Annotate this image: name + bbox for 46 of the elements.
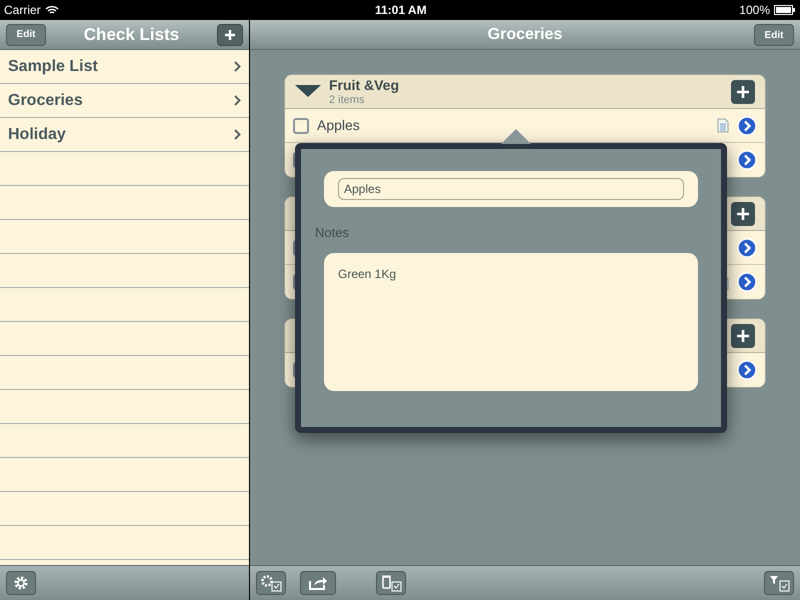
detail-disclosure-icon[interactable] <box>737 272 757 292</box>
detail-disclosure-icon[interactable] <box>737 116 757 136</box>
item-label: Apples <box>317 116 361 135</box>
clock: 11:01 AM <box>375 2 427 19</box>
item-count: 2 items <box>329 94 366 106</box>
chevron-icon <box>234 61 241 72</box>
edit-button[interactable]: Edit <box>754 24 794 46</box>
add-button[interactable] <box>217 24 243 46</box>
wifi-icon <box>44 5 59 15</box>
filter-checkbox-icon <box>768 574 790 592</box>
chevron-icon <box>234 95 241 106</box>
filter-check-button[interactable] <box>764 571 794 595</box>
sidebar-title: Check Lists <box>84 24 180 46</box>
detail-disclosure-icon[interactable] <box>737 238 757 258</box>
notes-label: Notes <box>315 224 350 242</box>
settings-button[interactable] <box>6 571 36 595</box>
carrier-label: Carrier <box>4 2 41 19</box>
add-item-button[interactable] <box>731 80 755 104</box>
battery-icon <box>774 5 796 15</box>
page-title: Groceries <box>488 24 562 44</box>
list-item[interactable]: Groceries <box>0 84 249 118</box>
trash-checkbox-icon <box>380 574 402 592</box>
name-field[interactable]: Apples <box>324 171 698 207</box>
gear-checkbox-icon <box>260 574 282 592</box>
settings-check-button[interactable] <box>256 571 286 595</box>
chevron-icon <box>234 129 241 140</box>
plus-icon <box>736 206 750 220</box>
section-title: Fruit &Veg <box>329 78 400 92</box>
checkbox[interactable] <box>293 118 309 134</box>
plus-icon <box>736 328 750 342</box>
notes-field[interactable]: Green 1Kg <box>324 252 698 390</box>
add-item-button[interactable] <box>731 202 755 226</box>
plus-icon <box>736 84 750 98</box>
list-item[interactable]: Holiday <box>0 118 249 152</box>
edit-button[interactable]: Edit <box>6 24 46 46</box>
settings-icon <box>13 575 29 591</box>
plus-icon <box>224 28 236 40</box>
delete-check-button[interactable] <box>376 571 406 595</box>
disclosure-triangle-icon[interactable] <box>295 85 321 98</box>
detail-disclosure-icon[interactable] <box>737 360 757 380</box>
list-item[interactable]: Sample List <box>0 50 249 84</box>
detail-disclosure-icon[interactable] <box>737 150 757 170</box>
battery-percent: 100% <box>739 2 770 19</box>
share-icon <box>308 575 328 591</box>
share-button[interactable] <box>300 571 336 595</box>
add-item-button[interactable] <box>731 324 755 348</box>
